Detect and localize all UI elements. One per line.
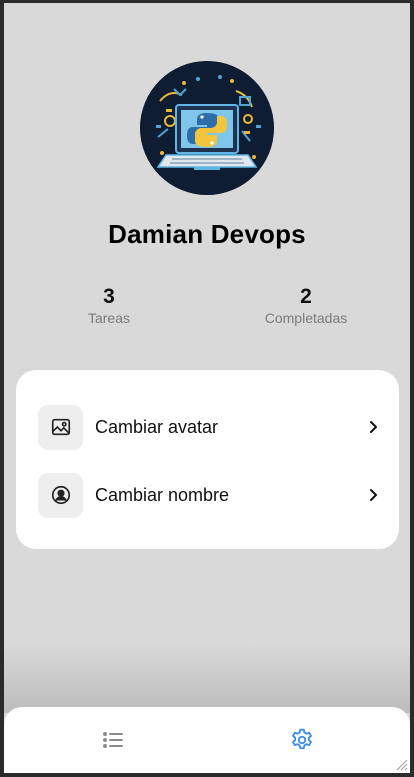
image-icon [38,404,83,450]
chevron-right-icon [363,485,383,505]
tasks-count: 3 [103,285,115,308]
tasks-label: Tareas [87,310,131,326]
change-name-button[interactable]: Cambiar nombre [38,472,383,518]
resize-grip-icon[interactable] [394,757,408,771]
nav-settings-tab[interactable] [287,725,317,755]
change-name-label: Cambiar nombre [95,484,230,505]
user-circle-icon [38,472,83,518]
tasks-stat: 3 Tareas [39,285,179,326]
nav-shadow [4,643,410,713]
change-avatar-button[interactable]: Cambiar avatar [38,404,383,450]
list-icon [103,732,123,748]
app-screen: Damian Devops 3 Tareas 2 Completadas Cam… [4,3,410,773]
completed-stat: 2 Completadas [236,285,376,326]
gear-icon [292,728,312,750]
avatar[interactable] [140,61,274,195]
chevron-right-icon [363,417,383,437]
completed-label: Completadas [264,310,348,326]
bottom-nav [4,707,410,773]
completed-count: 2 [300,285,312,308]
change-avatar-label: Cambiar avatar [95,416,219,437]
settings-card: Cambiar avatar Cambiar nombre [16,370,399,549]
python-laptop-illustration [140,61,274,195]
profile-name: Damian Devops [108,219,306,249]
nav-tasks-tab[interactable] [98,725,128,755]
